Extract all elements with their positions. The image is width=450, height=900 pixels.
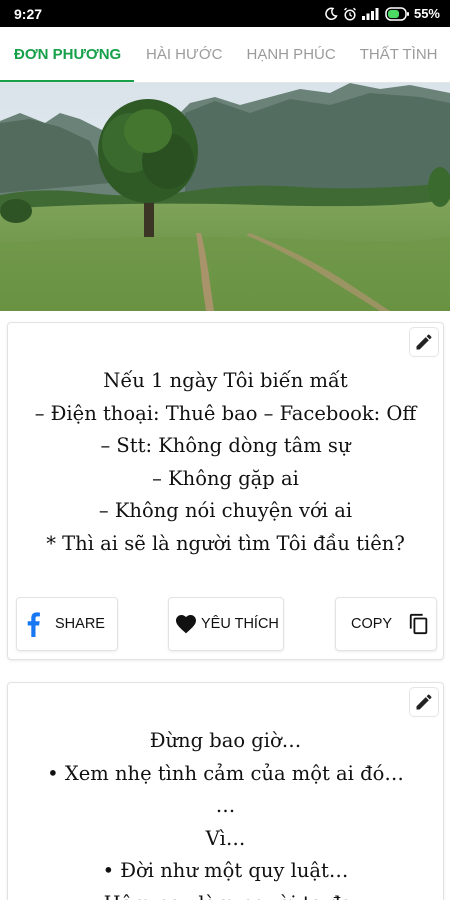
- quote-line: …: [215, 794, 236, 817]
- alarm-icon: [344, 7, 356, 21]
- facebook-icon: [27, 612, 40, 637]
- quote-line: – Stt: Không dòng tâm sự: [100, 434, 351, 457]
- status-icons: 55%: [324, 6, 440, 21]
- quote-card: Nếu 1 ngày Tôi biến mất – Điện thoại: Th…: [7, 322, 444, 660]
- signal-icon: [361, 7, 379, 20]
- tab-hai-huoc[interactable]: HÀI HƯỚC: [134, 27, 235, 82]
- like-label: YÊU THÍCH: [201, 616, 279, 632]
- quote-line: Vì…: [205, 826, 246, 850]
- hero-landscape-image: [0, 83, 450, 311]
- battery-percent: 55%: [413, 6, 440, 21]
- quote-line: • Hôm nay làm người ta đau: [8, 888, 443, 900]
- moon-icon: [325, 7, 338, 20]
- copy-label: COPY: [351, 616, 393, 632]
- like-button[interactable]: YÊU THÍCH: [168, 597, 284, 651]
- quote-line: • Xem nhẹ tình cảm của một ai đó…: [47, 761, 404, 785]
- quote-line: Nếu 1 ngày Tôi biến mất: [103, 369, 348, 392]
- quote-line: Đừng bao giờ…: [149, 729, 302, 752]
- heart-icon: [176, 615, 196, 634]
- quote-line: – Điện thoại: Thuê bao – Facebook: Off: [34, 401, 417, 425]
- quote-card: Đừng bao giờ… • Xem nhẹ tình cảm của một…: [7, 682, 444, 900]
- edit-button[interactable]: [409, 327, 439, 357]
- quote-text: Nếu 1 ngày Tôi biến mất – Điện thoại: Th…: [8, 365, 443, 560]
- battery-icon: [385, 6, 409, 21]
- quote-line: – Không nói chuyện với ai: [98, 499, 353, 522]
- pencil-icon: [416, 334, 432, 350]
- quote-line: – Không gặp ai: [152, 466, 299, 490]
- copy-icon: [409, 613, 428, 635]
- pencil-icon: [416, 694, 432, 710]
- tab-hanh-phuc[interactable]: HẠNH PHÚC: [235, 27, 348, 82]
- tab-that-tinh[interactable]: THẤT TÌNH: [348, 27, 450, 82]
- edit-button[interactable]: [409, 687, 439, 717]
- category-tabs: ĐƠN PHƯƠNG HÀI HƯỚC HẠNH PHÚC THẤT TÌNH: [0, 27, 450, 83]
- status-time: 9:27: [14, 5, 43, 22]
- share-label: SHARE: [55, 616, 105, 632]
- quote-line: • Đời như một quy luật…: [102, 859, 349, 882]
- tab-don-phuong[interactable]: ĐƠN PHƯƠNG: [0, 27, 134, 82]
- status-bar: 9:27 55%: [0, 0, 450, 27]
- quote-line: * Thì ai sẽ là người tìm Tôi đầu tiên?: [46, 531, 405, 555]
- copy-button[interactable]: COPY: [335, 597, 437, 651]
- share-button[interactable]: SHARE: [16, 597, 118, 651]
- card-actions: SHARE YÊU THÍCH COPY: [16, 597, 437, 651]
- quote-text: Đừng bao giờ… • Xem nhẹ tình cảm của một…: [8, 725, 443, 900]
